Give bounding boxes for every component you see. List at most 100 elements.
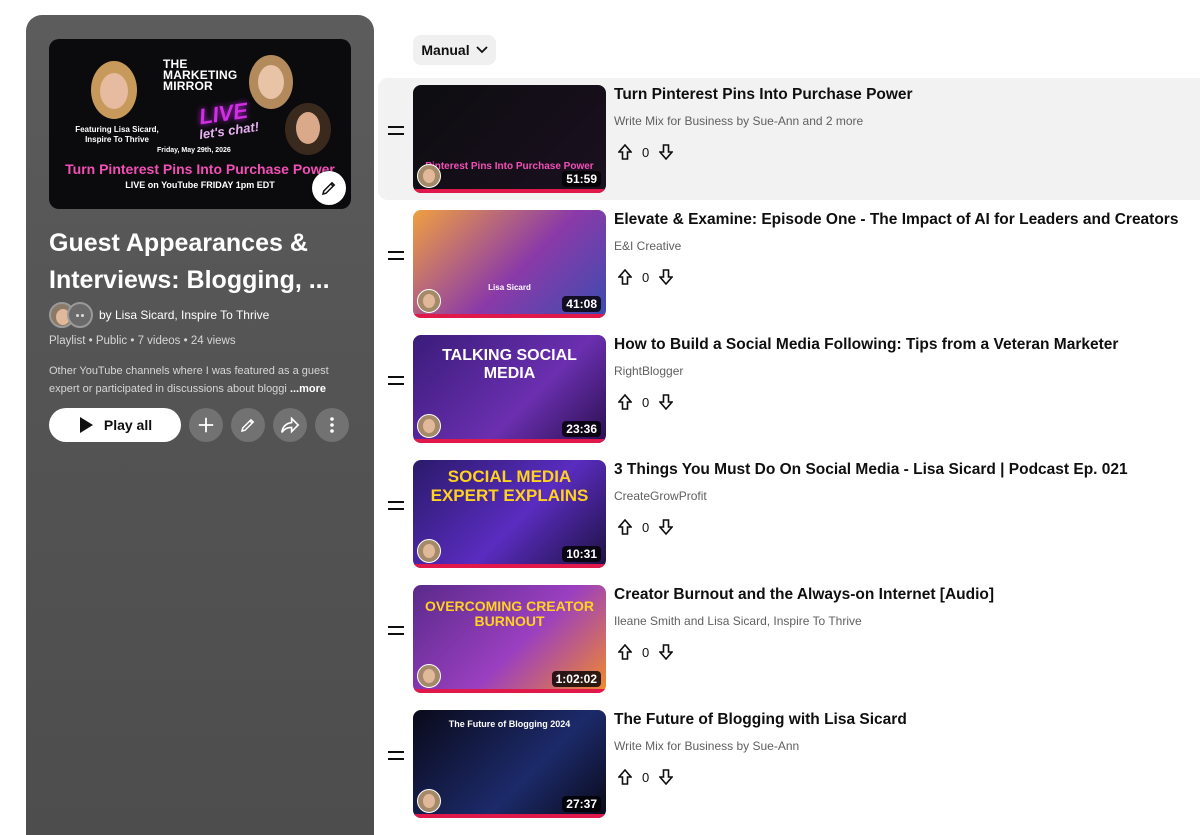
- playlist-title: Guest Appearances & Interviews: Blogging…: [49, 229, 330, 294]
- upvote-icon[interactable]: [618, 519, 632, 535]
- upvote-icon[interactable]: [618, 144, 632, 160]
- cover-featuring-text: Featuring Lisa Sicard, Inspire To Thrive: [75, 125, 159, 144]
- edit-thumbnail-button[interactable]: [312, 171, 346, 205]
- vote-count: 0: [642, 144, 650, 160]
- cover-date-text: Friday, May 29th, 2026: [157, 147, 231, 154]
- video-channel[interactable]: CreateGrowProfit: [614, 489, 707, 503]
- cover-person-right-bottom: [285, 103, 331, 155]
- vote-count: 0: [642, 769, 650, 785]
- channel-avatar: [417, 664, 441, 688]
- video-title[interactable]: How to Build a Social Media Following: T…: [614, 336, 1118, 354]
- video-channel[interactable]: E&I Creative: [614, 239, 681, 253]
- vote-count: 0: [642, 519, 650, 535]
- vote-controls: 0: [618, 644, 674, 660]
- downvote-icon[interactable]: [659, 769, 674, 785]
- upvote-icon[interactable]: [618, 644, 632, 660]
- play-all-button[interactable]: Play all: [49, 408, 181, 442]
- vote-count: 0: [642, 394, 650, 410]
- share-button[interactable]: [273, 408, 307, 442]
- playlist-video-row[interactable]: Lisa Sicard 41:08 Elevate & Examine: Epi…: [378, 203, 1200, 325]
- watch-progress-bar: [413, 689, 606, 693]
- more-vert-icon: [330, 417, 334, 433]
- playlist-video-row[interactable]: The Future of Blogging 2024 27:37 The Fu…: [378, 703, 1200, 825]
- downvote-icon[interactable]: [659, 519, 674, 535]
- vote-controls: 0: [618, 144, 674, 160]
- video-title[interactable]: The Future of Blogging with Lisa Sicard: [614, 711, 907, 729]
- upvote-icon[interactable]: [618, 269, 632, 285]
- edit-playlist-button[interactable]: [231, 408, 265, 442]
- playlist-description: Other YouTube channels where I was featu…: [49, 362, 351, 398]
- more-options-button[interactable]: [315, 408, 349, 442]
- downvote-icon[interactable]: [659, 644, 674, 660]
- drag-handle-icon[interactable]: [388, 501, 404, 511]
- downvote-icon[interactable]: [659, 144, 674, 160]
- drag-handle-icon[interactable]: [388, 126, 404, 136]
- upvote-icon[interactable]: [618, 394, 632, 410]
- watch-progress-bar: [413, 189, 606, 193]
- chevron-down-icon: [475, 46, 488, 54]
- upvote-icon[interactable]: [618, 769, 632, 785]
- watch-progress-bar: [413, 814, 606, 818]
- video-channel[interactable]: Write Mix for Business by Sue-Ann: [614, 739, 799, 753]
- playlist-meta: Playlist • Public • 7 videos • 24 views: [49, 335, 236, 347]
- owner-name: by Lisa Sicard, Inspire To Thrive: [99, 308, 270, 322]
- vote-controls: 0: [618, 769, 674, 785]
- video-title[interactable]: Creator Burnout and the Always-on Intern…: [614, 586, 994, 604]
- playlist-owner[interactable]: by Lisa Sicard, Inspire To Thrive: [49, 302, 269, 328]
- more-link[interactable]: ...more: [290, 383, 326, 395]
- cover-person-right-top: [249, 55, 293, 109]
- vote-controls: 0: [618, 269, 674, 285]
- vote-count: 0: [642, 644, 650, 660]
- pencil-icon: [240, 418, 255, 433]
- playlist-video-row[interactable]: Pinterest Pins Into Purchase Power 51:59…: [378, 78, 1200, 200]
- pencil-icon: [321, 181, 336, 196]
- thumbnail-text: OVERCOMING CREATOR BURNOUT: [424, 598, 595, 630]
- playlist-video-row[interactable]: TALKING SOCIAL MEDIA 23:36 How to Build …: [378, 328, 1200, 450]
- video-duration: 41:08: [562, 296, 601, 312]
- watch-progress-bar: [413, 564, 606, 568]
- watch-progress-bar: [413, 439, 606, 443]
- drag-handle-icon[interactable]: [388, 626, 404, 636]
- video-thumbnail[interactable]: Lisa Sicard 41:08: [413, 210, 606, 318]
- playlist-video-row[interactable]: SOCIAL MEDIA EXPERT EXPLAINS 10:31 3 Thi…: [378, 453, 1200, 575]
- playlist-header-panel: THE MARKETING MIRROR LIVE let's chat! Fe…: [26, 15, 374, 835]
- more-owners-icon: [67, 302, 93, 328]
- downvote-icon[interactable]: [659, 269, 674, 285]
- sort-label: Manual: [421, 42, 470, 58]
- video-duration: 10:31: [562, 546, 601, 562]
- cover-headline: Turn Pinterest Pins Into Purchase Power: [65, 161, 335, 177]
- video-title[interactable]: 3 Things You Must Do On Social Media - L…: [614, 461, 1128, 479]
- channel-avatar: [417, 789, 441, 813]
- cover-subline: LIVE on YouTube FRIDAY 1pm EDT: [125, 180, 275, 190]
- vote-controls: 0: [618, 394, 674, 410]
- drag-handle-icon[interactable]: [388, 251, 404, 261]
- video-thumbnail[interactable]: TALKING SOCIAL MEDIA 23:36: [413, 335, 606, 443]
- video-title[interactable]: Elevate & Examine: Episode One - The Imp…: [614, 211, 1178, 229]
- downvote-icon[interactable]: [659, 394, 674, 410]
- video-duration: 51:59: [562, 171, 601, 187]
- playlist-video-row[interactable]: OVERCOMING CREATOR BURNOUT 1:02:02 Creat…: [378, 578, 1200, 700]
- video-title[interactable]: Turn Pinterest Pins Into Purchase Power: [614, 86, 913, 104]
- vote-count: 0: [642, 269, 650, 285]
- playlist-cover-thumbnail[interactable]: THE MARKETING MIRROR LIVE let's chat! Fe…: [49, 39, 351, 209]
- drag-handle-icon[interactable]: [388, 376, 404, 386]
- play-all-label: Play all: [103, 417, 153, 433]
- video-thumbnail[interactable]: The Future of Blogging 2024 27:37: [413, 710, 606, 818]
- video-thumbnail[interactable]: OVERCOMING CREATOR BURNOUT 1:02:02: [413, 585, 606, 693]
- channel-avatar: [417, 289, 441, 313]
- video-duration: 1:02:02: [551, 671, 601, 687]
- playlist-actions: Play all: [49, 408, 349, 442]
- video-duration: 27:37: [562, 796, 601, 812]
- add-videos-button[interactable]: [189, 408, 223, 442]
- video-channel[interactable]: RightBlogger: [614, 364, 683, 378]
- cover-person-left: [91, 61, 137, 119]
- video-channel[interactable]: Ileane Smith and Lisa Sicard, Inspire To…: [614, 614, 862, 628]
- video-thumbnail[interactable]: Pinterest Pins Into Purchase Power 51:59: [413, 85, 606, 193]
- sort-dropdown[interactable]: Manual: [413, 35, 496, 65]
- channel-avatar: [417, 164, 441, 188]
- video-thumbnail[interactable]: SOCIAL MEDIA EXPERT EXPLAINS 10:31: [413, 460, 606, 568]
- plus-icon: [198, 417, 214, 433]
- video-channel[interactable]: Write Mix for Business by Sue-Ann and 2 …: [614, 114, 863, 128]
- drag-handle-icon[interactable]: [388, 751, 404, 761]
- watch-progress-bar: [413, 314, 606, 318]
